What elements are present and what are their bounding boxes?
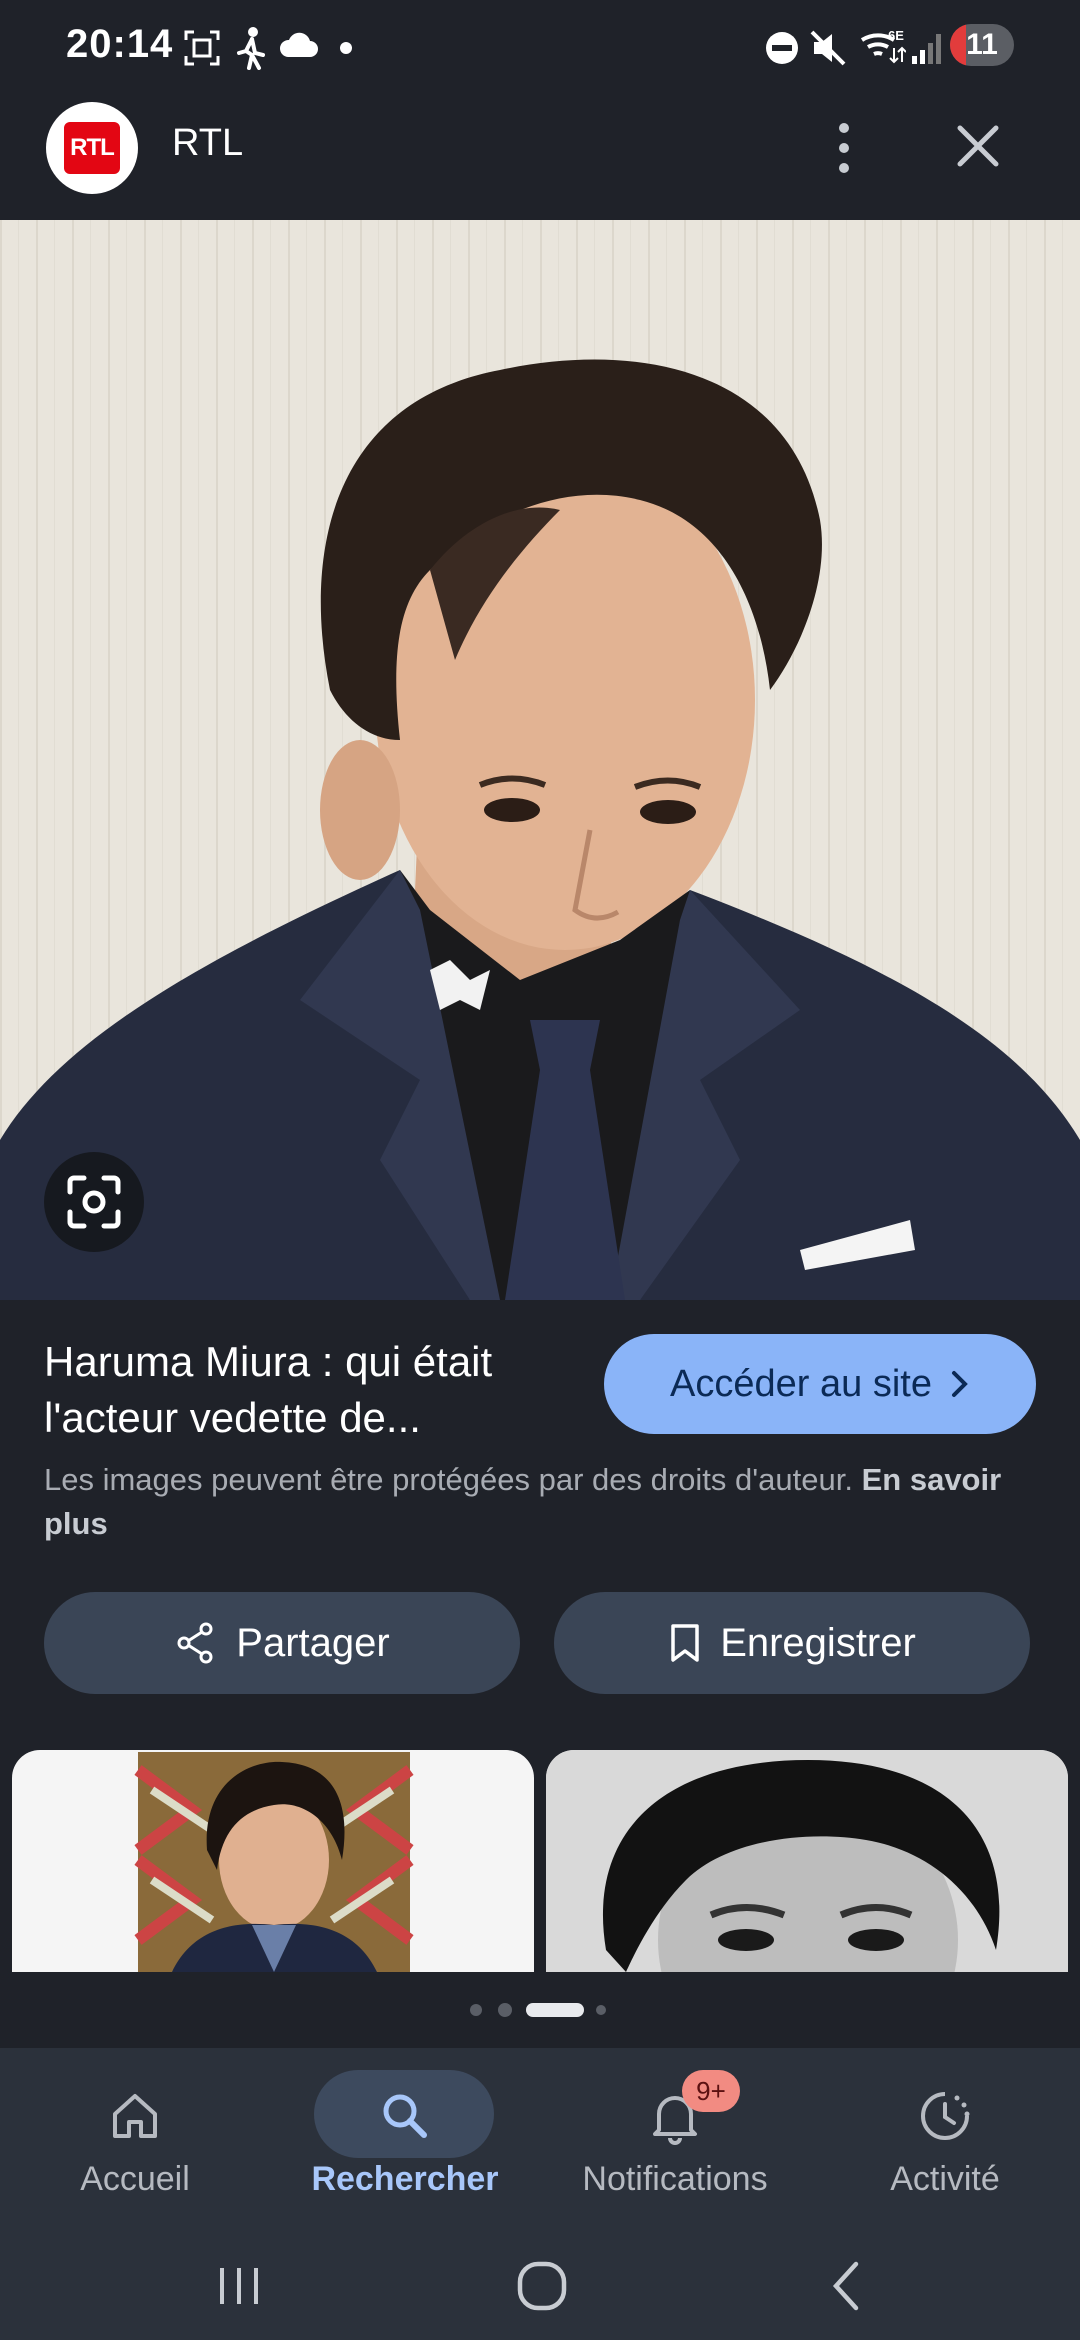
- battery-indicator: 11: [950, 24, 1014, 66]
- more-vert-icon[interactable]: [824, 116, 864, 180]
- home-icon: [113, 2094, 157, 2138]
- screenshot-icon: [184, 30, 220, 66]
- status-bar: 20:14 6E 11: [0, 0, 1080, 96]
- result-title[interactable]: Haruma Miura : qui était l'acteur vedett…: [44, 1334, 574, 1446]
- back-icon[interactable]: [826, 2260, 866, 2312]
- rtl-logo: RTL: [64, 122, 120, 174]
- share-icon: [177, 1622, 213, 1664]
- nav-home-label: Accueil: [80, 2160, 190, 2198]
- portrait-photo: [0, 220, 1080, 1300]
- battery-level: 11: [966, 28, 998, 61]
- chevron-right-icon: [951, 1371, 968, 1397]
- search-icon: [383, 2094, 427, 2138]
- signal-icon: [912, 34, 941, 64]
- close-icon[interactable]: [950, 118, 1006, 174]
- save-button[interactable]: Enregistrer: [554, 1592, 1030, 1694]
- home-button-icon[interactable]: [516, 2260, 568, 2312]
- recent-apps-icon[interactable]: [214, 2264, 264, 2308]
- nav-search[interactable]: Rechercher: [270, 2060, 540, 2220]
- nav-activity-label: Activité: [890, 2160, 1000, 2198]
- pager-dot-active: [526, 2003, 584, 2017]
- related-image-2[interactable]: [546, 1750, 1068, 1972]
- cloud-icon: [279, 32, 318, 57]
- related-image-1[interactable]: [12, 1750, 534, 1972]
- lens-icon: [67, 1175, 121, 1229]
- copyright-notice: Les images peuvent être protégées par de…: [44, 1458, 1034, 1546]
- notification-badge: 9+: [682, 2070, 740, 2112]
- nav-notifications[interactable]: 9+ Notifications: [540, 2060, 810, 2220]
- visit-site-button[interactable]: Accéder au site: [604, 1334, 1036, 1434]
- share-button[interactable]: Partager: [44, 1592, 520, 1694]
- pager-dot: [596, 2005, 606, 2015]
- nav-home[interactable]: Accueil: [0, 2060, 270, 2220]
- save-label: Enregistrer: [720, 1620, 916, 1665]
- related-thumbnail: [134, 1752, 414, 1972]
- source-title: RTL: [172, 122, 244, 164]
- bottom-navigation: Accueil Rechercher 9+ Notifications Acti…: [0, 2048, 1080, 2228]
- main-image[interactable]: [0, 220, 1080, 1300]
- app-header: RTL RTL: [0, 96, 1080, 220]
- mute-icon: [810, 30, 846, 66]
- walking-icon: [237, 27, 265, 70]
- nav-activity[interactable]: Activité: [810, 2060, 1080, 2220]
- nav-notifications-label: Notifications: [582, 2160, 768, 2198]
- pager-dot: [498, 2003, 512, 2017]
- visit-site-label: Accéder au site: [670, 1362, 932, 1405]
- nav-search-label: Rechercher: [311, 2160, 499, 2198]
- activity-icon: [921, 2092, 970, 2140]
- related-thumbnail: [546, 1750, 1068, 1972]
- google-lens-button[interactable]: [44, 1152, 144, 1252]
- copyright-text: Les images peuvent être protégées par de…: [44, 1462, 853, 1497]
- svg-text:6E: 6E: [888, 28, 904, 43]
- pager-dot: [470, 2004, 482, 2016]
- dnd-icon: [766, 32, 798, 64]
- system-navigation-bar: [0, 2228, 1080, 2340]
- share-label: Partager: [236, 1620, 390, 1665]
- notification-dot-icon: [340, 42, 352, 54]
- bookmark-icon: [671, 1624, 699, 1662]
- status-time: 20:14: [66, 22, 174, 66]
- pager-dots: [470, 2000, 620, 2020]
- wifi-6e-icon: 6E: [860, 28, 906, 64]
- source-logo[interactable]: RTL: [46, 102, 138, 194]
